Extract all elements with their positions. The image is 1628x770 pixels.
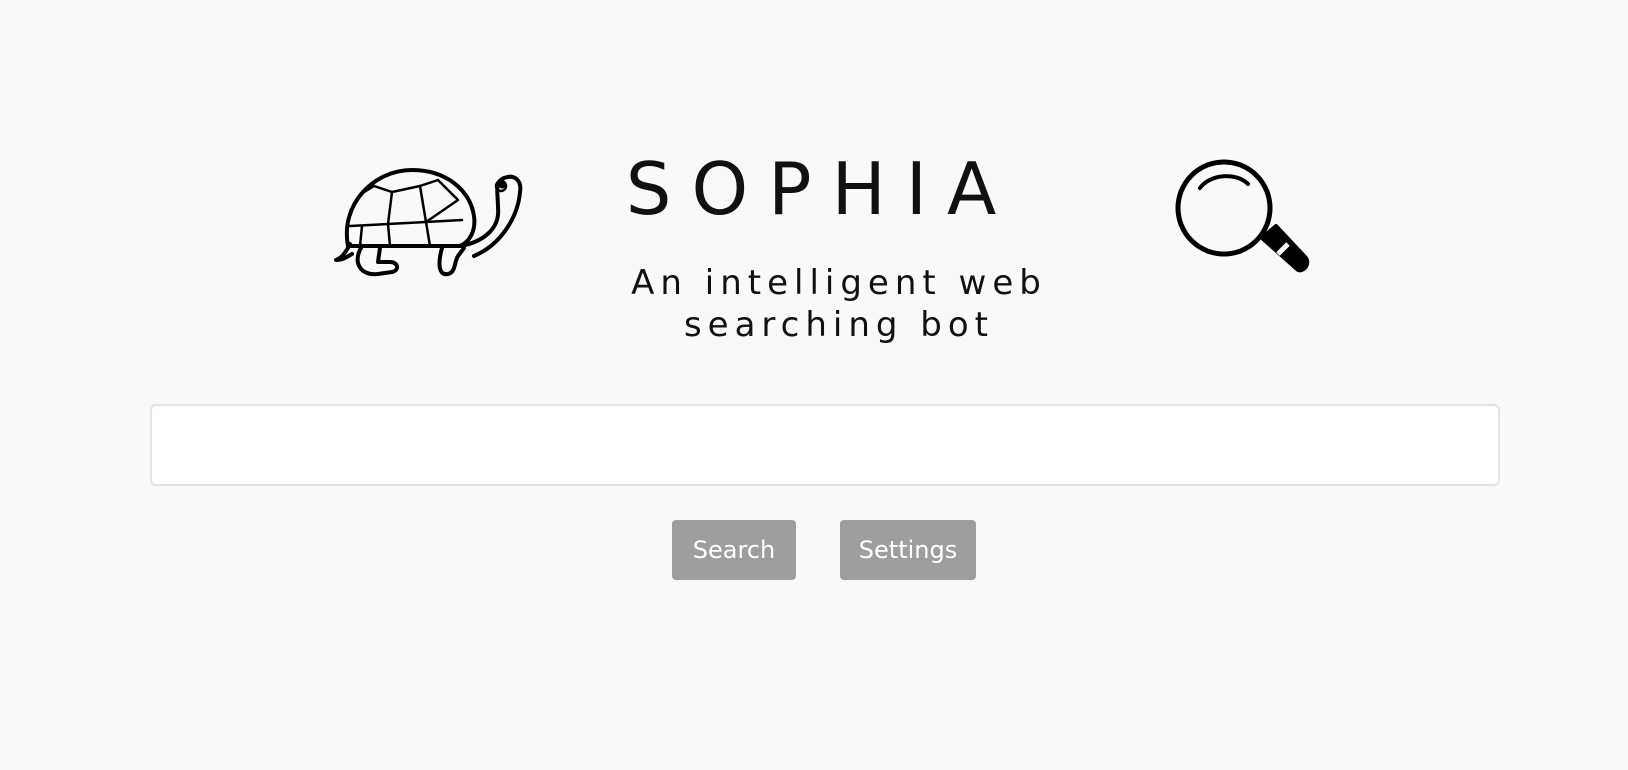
page-subtitle: An intelligent web searching bot <box>631 263 1047 345</box>
search-button[interactable]: Search <box>672 520 796 580</box>
search-input[interactable] <box>150 404 1500 486</box>
settings-button[interactable]: Settings <box>840 520 976 580</box>
magnifier-icon <box>1175 159 1310 273</box>
page-title: SOPHIA <box>625 147 1017 231</box>
home-page: SOPHIA An intelligent web searching bot … <box>0 0 1628 770</box>
